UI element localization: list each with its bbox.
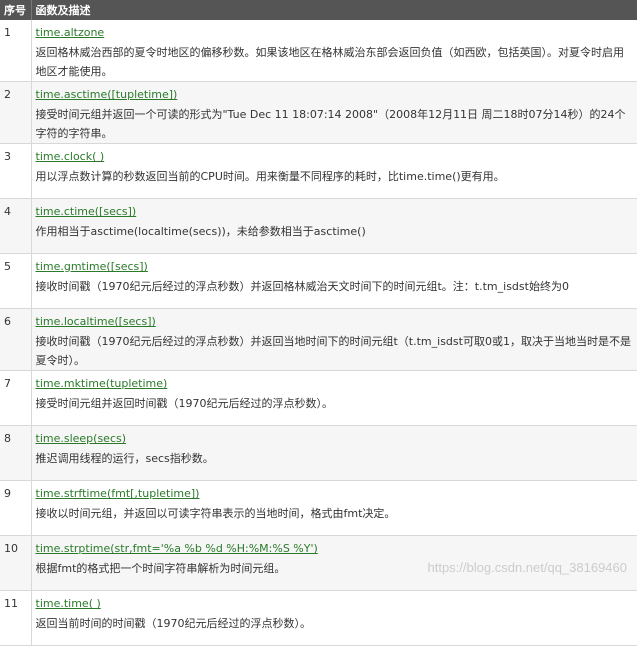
function-description: 推迟调用线程的运行，secs指秒数。 — [35, 452, 214, 465]
function-link[interactable]: time.ctime([secs]) — [36, 205, 633, 219]
row-index: 6 — [0, 308, 32, 371]
function-link[interactable]: time.strftime(fmt[,tupletime]) — [36, 487, 633, 501]
row-index: 10 — [0, 535, 32, 591]
function-description: 接受时间元组并返回一个可读的形式为"Tue Dec 11 18:07:14 20… — [35, 108, 626, 140]
table-row: 11 time.time( ) 返回当前时间的时间戳（1970纪元后经过的浮点秒… — [0, 590, 637, 646]
function-link[interactable]: time.gmtime([secs]) — [36, 260, 633, 274]
table-row: 6 time.localtime([secs]) 接收时间戳（1970纪元后经过… — [0, 308, 637, 371]
table-row: 4 time.ctime([secs]) 作用相当于asctime(localt… — [0, 198, 637, 254]
function-link[interactable]: time.localtime([secs]) — [36, 315, 633, 329]
function-link[interactable]: time.altzone — [36, 26, 633, 40]
function-description: 接收时间戳（1970纪元后经过的浮点秒数）并返回格林威治天文时间下的时间元组t。… — [35, 280, 569, 293]
function-link[interactable]: time.time( ) — [36, 597, 633, 611]
row-index: 5 — [0, 253, 32, 309]
function-description: 返回当前时间的时间戳（1970纪元后经过的浮点秒数）。 — [35, 617, 312, 630]
row-index: 4 — [0, 198, 32, 254]
function-link[interactable]: time.clock( ) — [36, 150, 633, 164]
function-table: 序号 函数及描述 1 time.altzone 返回格林威治西部的夏令时地区的偏… — [0, 0, 637, 646]
header-index: 序号 — [0, 0, 32, 20]
row-content: time.localtime([secs]) 接收时间戳（1970纪元后经过的浮… — [31, 308, 637, 371]
row-index: 1 — [0, 20, 32, 82]
table-row: 7 time.mktime(tupletime) 接受时间元组并返回时间戳（19… — [0, 370, 637, 426]
row-index: 7 — [0, 370, 32, 426]
row-index: 3 — [0, 143, 32, 199]
function-link[interactable]: time.strptime(str,fmt='%a %b %d %H:%M:%S… — [36, 542, 633, 556]
function-link[interactable]: time.asctime([tupletime]) — [36, 88, 633, 102]
row-index: 11 — [0, 590, 32, 646]
function-description: 接受时间元组并返回时间戳（1970纪元后经过的浮点秒数）。 — [35, 397, 334, 410]
function-description: 返回格林威治西部的夏令时地区的偏移秒数。如果该地区在格林威治东部会返回负值（如西… — [35, 46, 625, 78]
row-content: time.clock( ) 用以浮点数计算的秒数返回当前的CPU时间。用来衡量不… — [31, 143, 637, 199]
row-content: time.asctime([tupletime]) 接受时间元组并返回一个可读的… — [31, 81, 637, 144]
function-description: 用以浮点数计算的秒数返回当前的CPU时间。用来衡量不同程序的耗时，比time.t… — [35, 170, 505, 183]
row-content: time.mktime(tupletime) 接受时间元组并返回时间戳（1970… — [31, 370, 637, 426]
function-description: 接收时间戳（1970纪元后经过的浮点秒数）并返回当地时间下的时间元组t（t.tm… — [35, 335, 631, 367]
table-row: 9 time.strftime(fmt[,tupletime]) 接收以时间元组… — [0, 480, 637, 536]
watermark: https://blog.csdn.net/qq_38169460 — [427, 560, 628, 575]
table-row: 1 time.altzone 返回格林威治西部的夏令时地区的偏移秒数。如果该地区… — [0, 20, 637, 82]
row-content: time.time( ) 返回当前时间的时间戳（1970纪元后经过的浮点秒数）。 — [31, 590, 637, 646]
table-row: 8 time.sleep(secs) 推迟调用线程的运行，secs指秒数。 — [0, 425, 637, 481]
table-row: 3 time.clock( ) 用以浮点数计算的秒数返回当前的CPU时间。用来衡… — [0, 143, 637, 199]
header-function-description: 函数及描述 — [31, 0, 637, 20]
row-content: time.altzone 返回格林威治西部的夏令时地区的偏移秒数。如果该地区在格… — [31, 20, 637, 82]
row-content: time.gmtime([secs]) 接收时间戳（1970纪元后经过的浮点秒数… — [31, 253, 637, 309]
table-header-row: 序号 函数及描述 — [0, 0, 637, 20]
function-description: 作用相当于asctime(localtime(secs))，未给参数相当于asc… — [35, 225, 366, 238]
row-index: 8 — [0, 425, 32, 481]
table-row: 5 time.gmtime([secs]) 接收时间戳（1970纪元后经过的浮点… — [0, 253, 637, 309]
row-content: time.ctime([secs]) 作用相当于asctime(localtim… — [31, 198, 637, 254]
row-content: time.sleep(secs) 推迟调用线程的运行，secs指秒数。 — [31, 425, 637, 481]
function-description: 接收以时间元组，并返回以可读字符串表示的当地时间，格式由fmt决定。 — [35, 507, 396, 520]
function-link[interactable]: time.mktime(tupletime) — [36, 377, 633, 391]
function-link[interactable]: time.sleep(secs) — [36, 432, 633, 446]
row-index: 2 — [0, 81, 32, 144]
row-content: time.strftime(fmt[,tupletime]) 接收以时间元组，并… — [31, 480, 637, 536]
table-row: 2 time.asctime([tupletime]) 接受时间元组并返回一个可… — [0, 81, 637, 144]
row-index: 9 — [0, 480, 32, 536]
